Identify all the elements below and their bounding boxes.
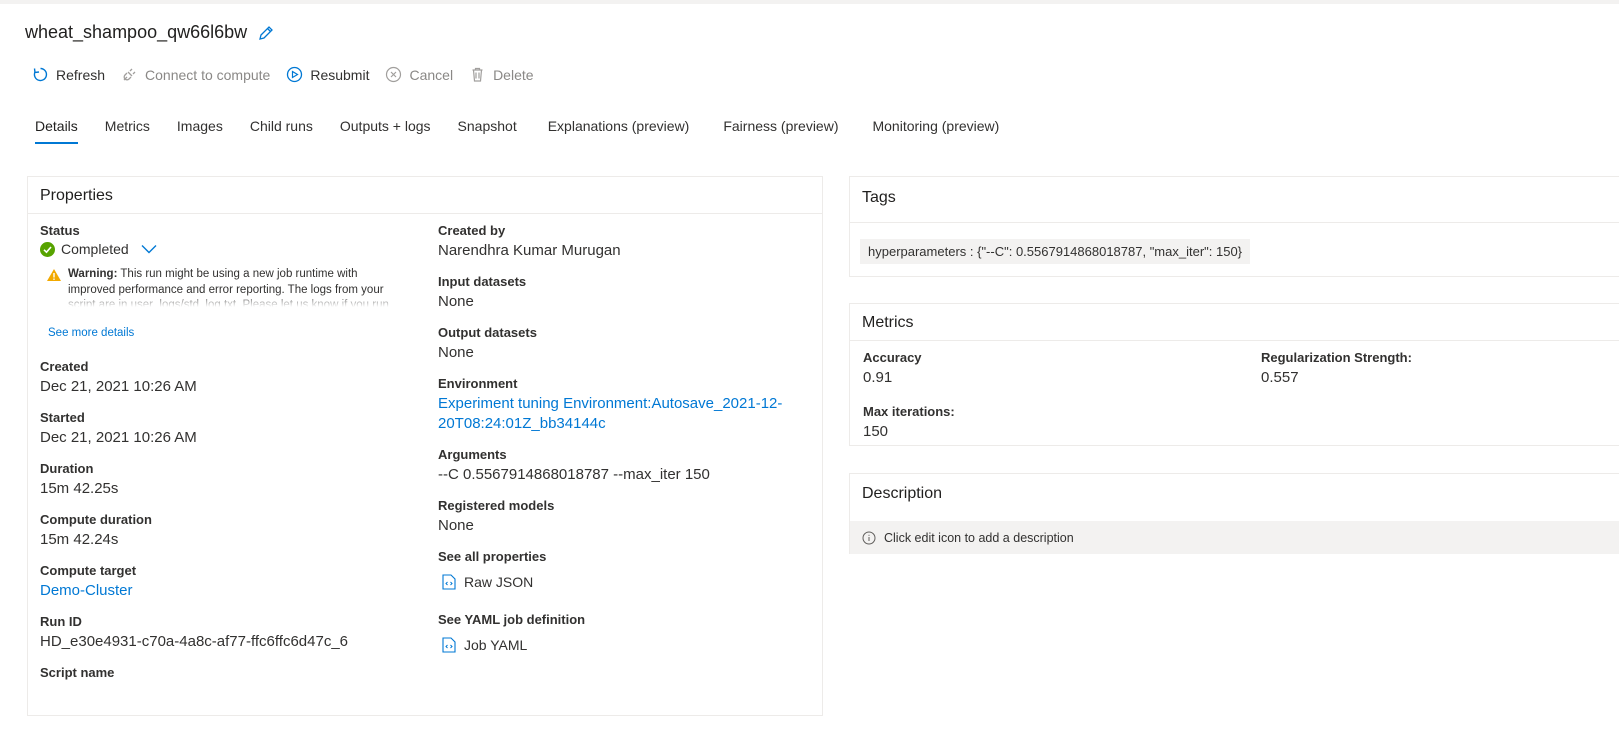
- raw-json-link[interactable]: Raw JSON: [442, 574, 818, 590]
- job-yaml-label: Job YAML: [464, 637, 528, 653]
- run-details-page: wheat_shampoo_qw66l6bw Refresh Connect t…: [0, 4, 1619, 751]
- arguments-label: Arguments: [438, 447, 507, 462]
- command-bar: Refresh Connect to compute Resubmit Canc…: [32, 66, 550, 83]
- tab-images[interactable]: Images: [177, 118, 223, 144]
- delete-label: Delete: [493, 66, 534, 83]
- edit-pencil-icon[interactable]: [257, 24, 275, 42]
- code-file-icon: [442, 637, 456, 653]
- run-id-value: HD_e30e4931-c70a-4a8c-af77-ffc6ffc6d47c_…: [40, 633, 348, 650]
- max-iterations-label: Max iterations:: [863, 404, 955, 419]
- duration-value: 15m 42.25s: [40, 480, 119, 497]
- description-heading: Description: [862, 485, 943, 502]
- max-iterations-value: 150: [863, 423, 889, 440]
- raw-json-label: Raw JSON: [464, 574, 534, 590]
- status-label: Status: [40, 223, 80, 238]
- tab-child-runs[interactable]: Child runs: [250, 118, 313, 144]
- tags-heading: Tags: [850, 177, 1619, 223]
- input-datasets-value: None: [438, 293, 474, 310]
- trash-icon: [472, 67, 483, 82]
- delete-button[interactable]: Delete: [469, 66, 534, 83]
- connect-to-compute-button[interactable]: Connect to compute: [121, 66, 270, 83]
- compute-target-label: Compute target: [40, 563, 137, 578]
- chevron-down-icon[interactable]: [141, 241, 157, 257]
- created-by-label: Created by: [438, 223, 506, 238]
- warning-icon: [47, 269, 61, 281]
- status-value: Completed: [61, 241, 129, 257]
- environment-label: Environment: [438, 376, 518, 391]
- refresh-icon: [33, 67, 48, 82]
- warning-text: This run might be using a new job runtim…: [68, 268, 389, 307]
- resubmit-label: Resubmit: [310, 66, 370, 83]
- page-title: wheat_shampoo_qw66l6bw: [25, 22, 248, 42]
- created-by-value: Narendhra Kumar Murugan: [438, 242, 621, 259]
- accuracy-value: 0.91: [863, 369, 893, 386]
- see-all-properties-label: See all properties: [438, 549, 547, 564]
- metrics-heading: Metrics: [850, 304, 1619, 341]
- compute-duration-value: 15m 42.24s: [40, 531, 119, 548]
- description-hint: Click edit icon to add a description: [884, 530, 1074, 545]
- arguments-value: --C 0.5567914868018787 --max_iter 150: [438, 466, 710, 483]
- tab-metrics[interactable]: Metrics: [105, 118, 150, 144]
- tag-chip: hyperparameters : {"--C": 0.556791486801…: [860, 239, 1251, 264]
- input-datasets-label: Input datasets: [438, 274, 527, 289]
- tab-fairness[interactable]: Fairness (preview): [723, 118, 838, 144]
- properties-heading: Properties: [28, 177, 822, 214]
- compute-target-link[interactable]: Demo-Cluster: [40, 581, 420, 601]
- environment-link[interactable]: Experiment tuning Environment:Autosave_2…: [438, 394, 808, 434]
- connect-label: Connect to compute: [145, 66, 271, 83]
- play-circle-icon: [287, 66, 303, 83]
- warning-bold: Warning:: [68, 268, 118, 280]
- tab-outputs-logs[interactable]: Outputs + logs: [340, 118, 431, 144]
- info-icon: [862, 531, 876, 544]
- registered-models-value: None: [438, 517, 474, 534]
- output-datasets-value: None: [438, 344, 474, 361]
- compute-duration-label: Compute duration: [40, 512, 152, 527]
- tags-card: Tags hyperparameters : {"--C": 0.5567914…: [849, 176, 1619, 277]
- accuracy-label: Accuracy: [863, 350, 922, 365]
- code-file-icon: [442, 574, 456, 590]
- title-row: wheat_shampoo_qw66l6bw: [25, 22, 275, 43]
- tab-bar: Details Metrics Images Child runs Output…: [35, 118, 1026, 144]
- refresh-button[interactable]: Refresh: [32, 66, 105, 83]
- tab-explanations[interactable]: Explanations (preview): [548, 118, 690, 144]
- started-label: Started: [40, 410, 85, 425]
- regularization-label: Regularization Strength:: [1261, 350, 1412, 365]
- cancel-label: Cancel: [409, 66, 454, 83]
- yaml-definition-label: See YAML job definition: [438, 612, 586, 627]
- job-yaml-link[interactable]: Job YAML: [442, 637, 818, 653]
- created-value: Dec 21, 2021 10:26 AM: [40, 378, 197, 395]
- output-datasets-label: Output datasets: [438, 325, 537, 340]
- resubmit-button[interactable]: Resubmit: [286, 66, 369, 83]
- properties-card: Properties Status Completed Warning: Thi…: [27, 176, 823, 716]
- created-label: Created: [40, 359, 89, 374]
- properties-right-column: Created by Narendhra Kumar Murugan Input…: [438, 223, 818, 666]
- tab-snapshot[interactable]: Snapshot: [458, 118, 517, 144]
- description-hint-bar: Click edit icon to add a description: [850, 521, 1619, 554]
- cancel-button[interactable]: Cancel: [385, 66, 453, 83]
- properties-left-column: Status Completed Warning: This run might…: [40, 223, 420, 693]
- check-circle-icon: [40, 241, 55, 257]
- regularization-value: 0.557: [1261, 369, 1299, 386]
- duration-label: Duration: [40, 461, 94, 476]
- plug-icon: [123, 68, 136, 81]
- started-value: Dec 21, 2021 10:26 AM: [40, 429, 197, 446]
- cancel-circle-icon: [386, 66, 402, 83]
- description-card: Description Click edit icon to add a des…: [849, 473, 1619, 554]
- status-row: Completed: [40, 241, 420, 257]
- see-more-details-link[interactable]: See more details: [48, 327, 420, 339]
- warning-message: Warning: This run might be using a new j…: [46, 267, 420, 307]
- registered-models-label: Registered models: [438, 498, 555, 513]
- metrics-card: Metrics Accuracy 0.91 Regularization Str…: [849, 303, 1619, 446]
- refresh-label: Refresh: [56, 66, 106, 83]
- tab-monitoring[interactable]: Monitoring (preview): [872, 118, 999, 144]
- tab-details[interactable]: Details: [35, 118, 78, 144]
- script-name-label: Script name: [40, 665, 115, 680]
- run-id-label: Run ID: [40, 614, 82, 629]
